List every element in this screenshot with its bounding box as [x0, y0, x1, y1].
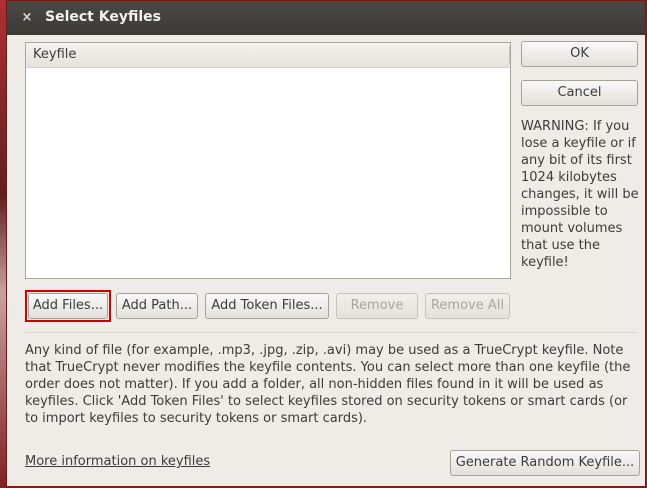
add-path-button[interactable]: Add Path... — [116, 293, 198, 319]
cancel-button[interactable]: Cancel — [521, 80, 638, 106]
more-info-link[interactable]: More information on keyfiles — [25, 454, 210, 469]
remove-all-button[interactable]: Remove All — [425, 293, 510, 319]
column-separator — [509, 46, 510, 64]
keyfile-info-text: Any kind of file (for example, .mp3, .jp… — [25, 343, 631, 426]
title-bar: × Select Keyfiles — [7, 1, 645, 35]
add-token-files-button[interactable]: Add Token Files... — [205, 293, 329, 319]
keyfile-column-label: Keyfile — [33, 47, 77, 62]
add-files-button[interactable]: Add Files... — [28, 293, 108, 319]
ok-button[interactable]: OK — [521, 41, 638, 67]
close-icon[interactable]: × — [19, 10, 35, 26]
section-divider — [25, 332, 637, 333]
remove-button[interactable]: Remove — [336, 293, 418, 319]
keyfile-column-header[interactable]: Keyfile — [26, 43, 510, 68]
keyfile-warning-text: WARNING: If you lose a keyfile or if any… — [521, 119, 639, 270]
generate-random-keyfile-button[interactable]: Generate Random Keyfile... — [450, 450, 640, 476]
keyfile-list[interactable]: Keyfile — [25, 42, 511, 279]
select-keyfiles-dialog: × Select Keyfiles Keyfile OK Cancel WARN… — [6, 0, 646, 487]
window-title: Select Keyfiles — [45, 9, 161, 25]
